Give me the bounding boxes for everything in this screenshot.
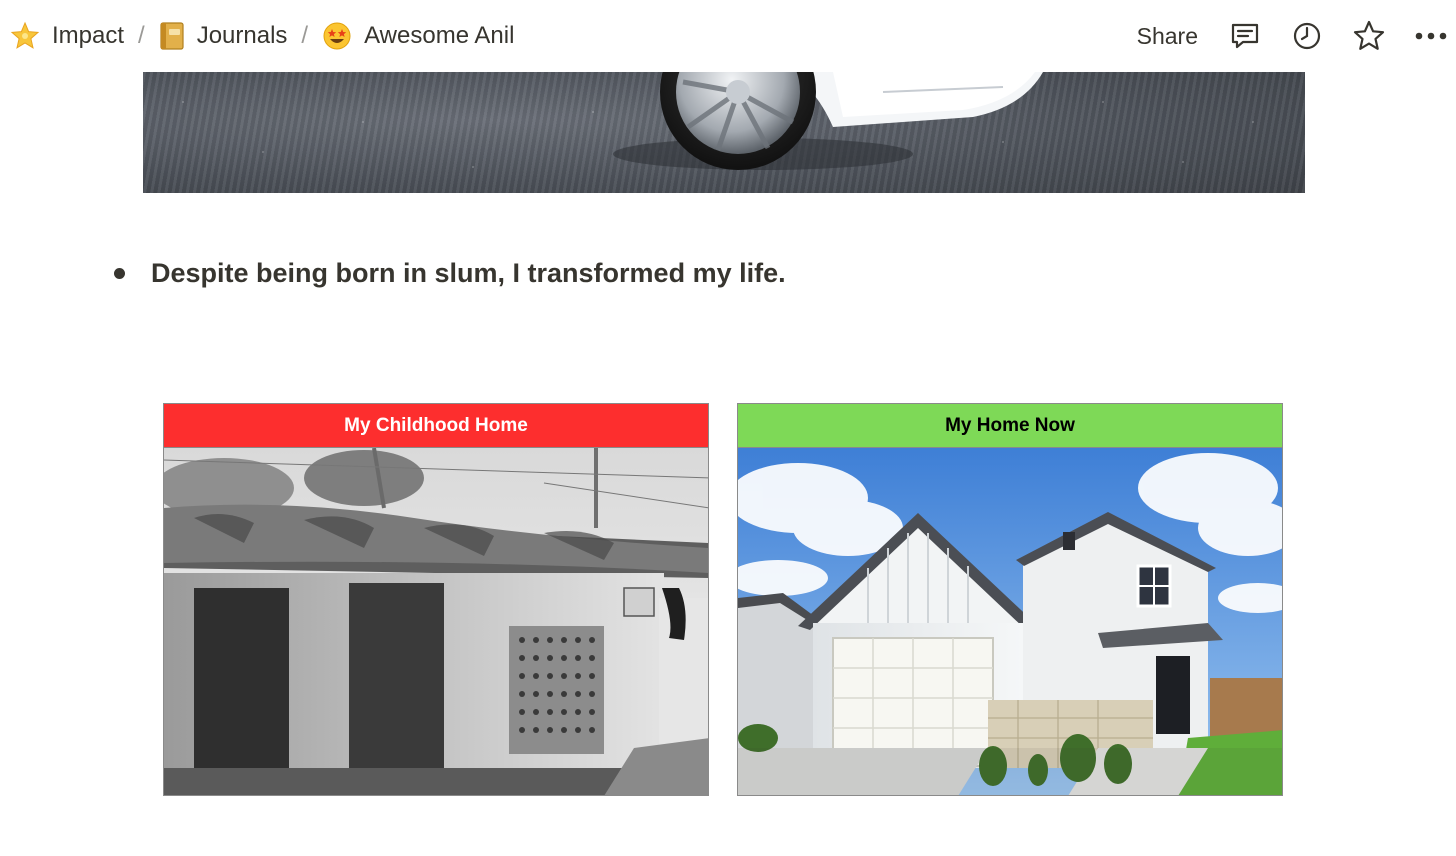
cover-image xyxy=(143,72,1305,193)
notebook-emoji-icon xyxy=(159,21,185,51)
childhood-home-title: My Childhood Home xyxy=(164,404,708,448)
breadcrumb-separator: / xyxy=(138,22,145,49)
star-struck-emoji-icon xyxy=(322,21,352,51)
breadcrumb-item-awesome-anil[interactable]: Awesome Anil xyxy=(322,21,514,51)
breadcrumb-label: Journals xyxy=(196,22,288,49)
more-button[interactable] xyxy=(1414,19,1448,53)
more-icon xyxy=(1414,31,1448,41)
share-button[interactable]: Share xyxy=(1137,23,1198,50)
breadcrumb-item-journals[interactable]: Journals xyxy=(159,21,288,51)
comment-icon xyxy=(1229,20,1261,52)
current-home-card: My Home Now xyxy=(737,403,1283,796)
car-photo xyxy=(182,72,1254,170)
current-home-photo xyxy=(738,448,1282,795)
star-emoji-icon xyxy=(10,21,40,51)
breadcrumb: Impact / Journals / Awesome Anil xyxy=(0,21,514,51)
breadcrumb-separator: / xyxy=(301,22,309,49)
current-home-title: My Home Now xyxy=(738,404,1282,448)
star-outline-icon xyxy=(1352,19,1386,53)
top-bar: Impact / Journals / Awesome Anil Share xyxy=(0,0,1456,72)
childhood-home-photo xyxy=(164,448,708,795)
clock-icon xyxy=(1291,20,1323,52)
childhood-home-card: My Childhood Home xyxy=(163,403,709,796)
favorite-button[interactable] xyxy=(1352,19,1386,53)
comment-button[interactable] xyxy=(1228,19,1262,53)
breadcrumb-label: Impact xyxy=(52,22,125,49)
bullet-icon xyxy=(114,268,125,279)
breadcrumb-label: Awesome Anil xyxy=(364,22,515,49)
history-button[interactable] xyxy=(1290,19,1324,53)
breadcrumb-item-impact[interactable]: Impact xyxy=(10,21,124,51)
bullet-text: Despite being born in slum, I transforme… xyxy=(151,258,786,288)
bulleted-list-item[interactable]: Despite being born in slum, I transforme… xyxy=(110,258,786,289)
page-actions: Share xyxy=(1137,19,1456,53)
